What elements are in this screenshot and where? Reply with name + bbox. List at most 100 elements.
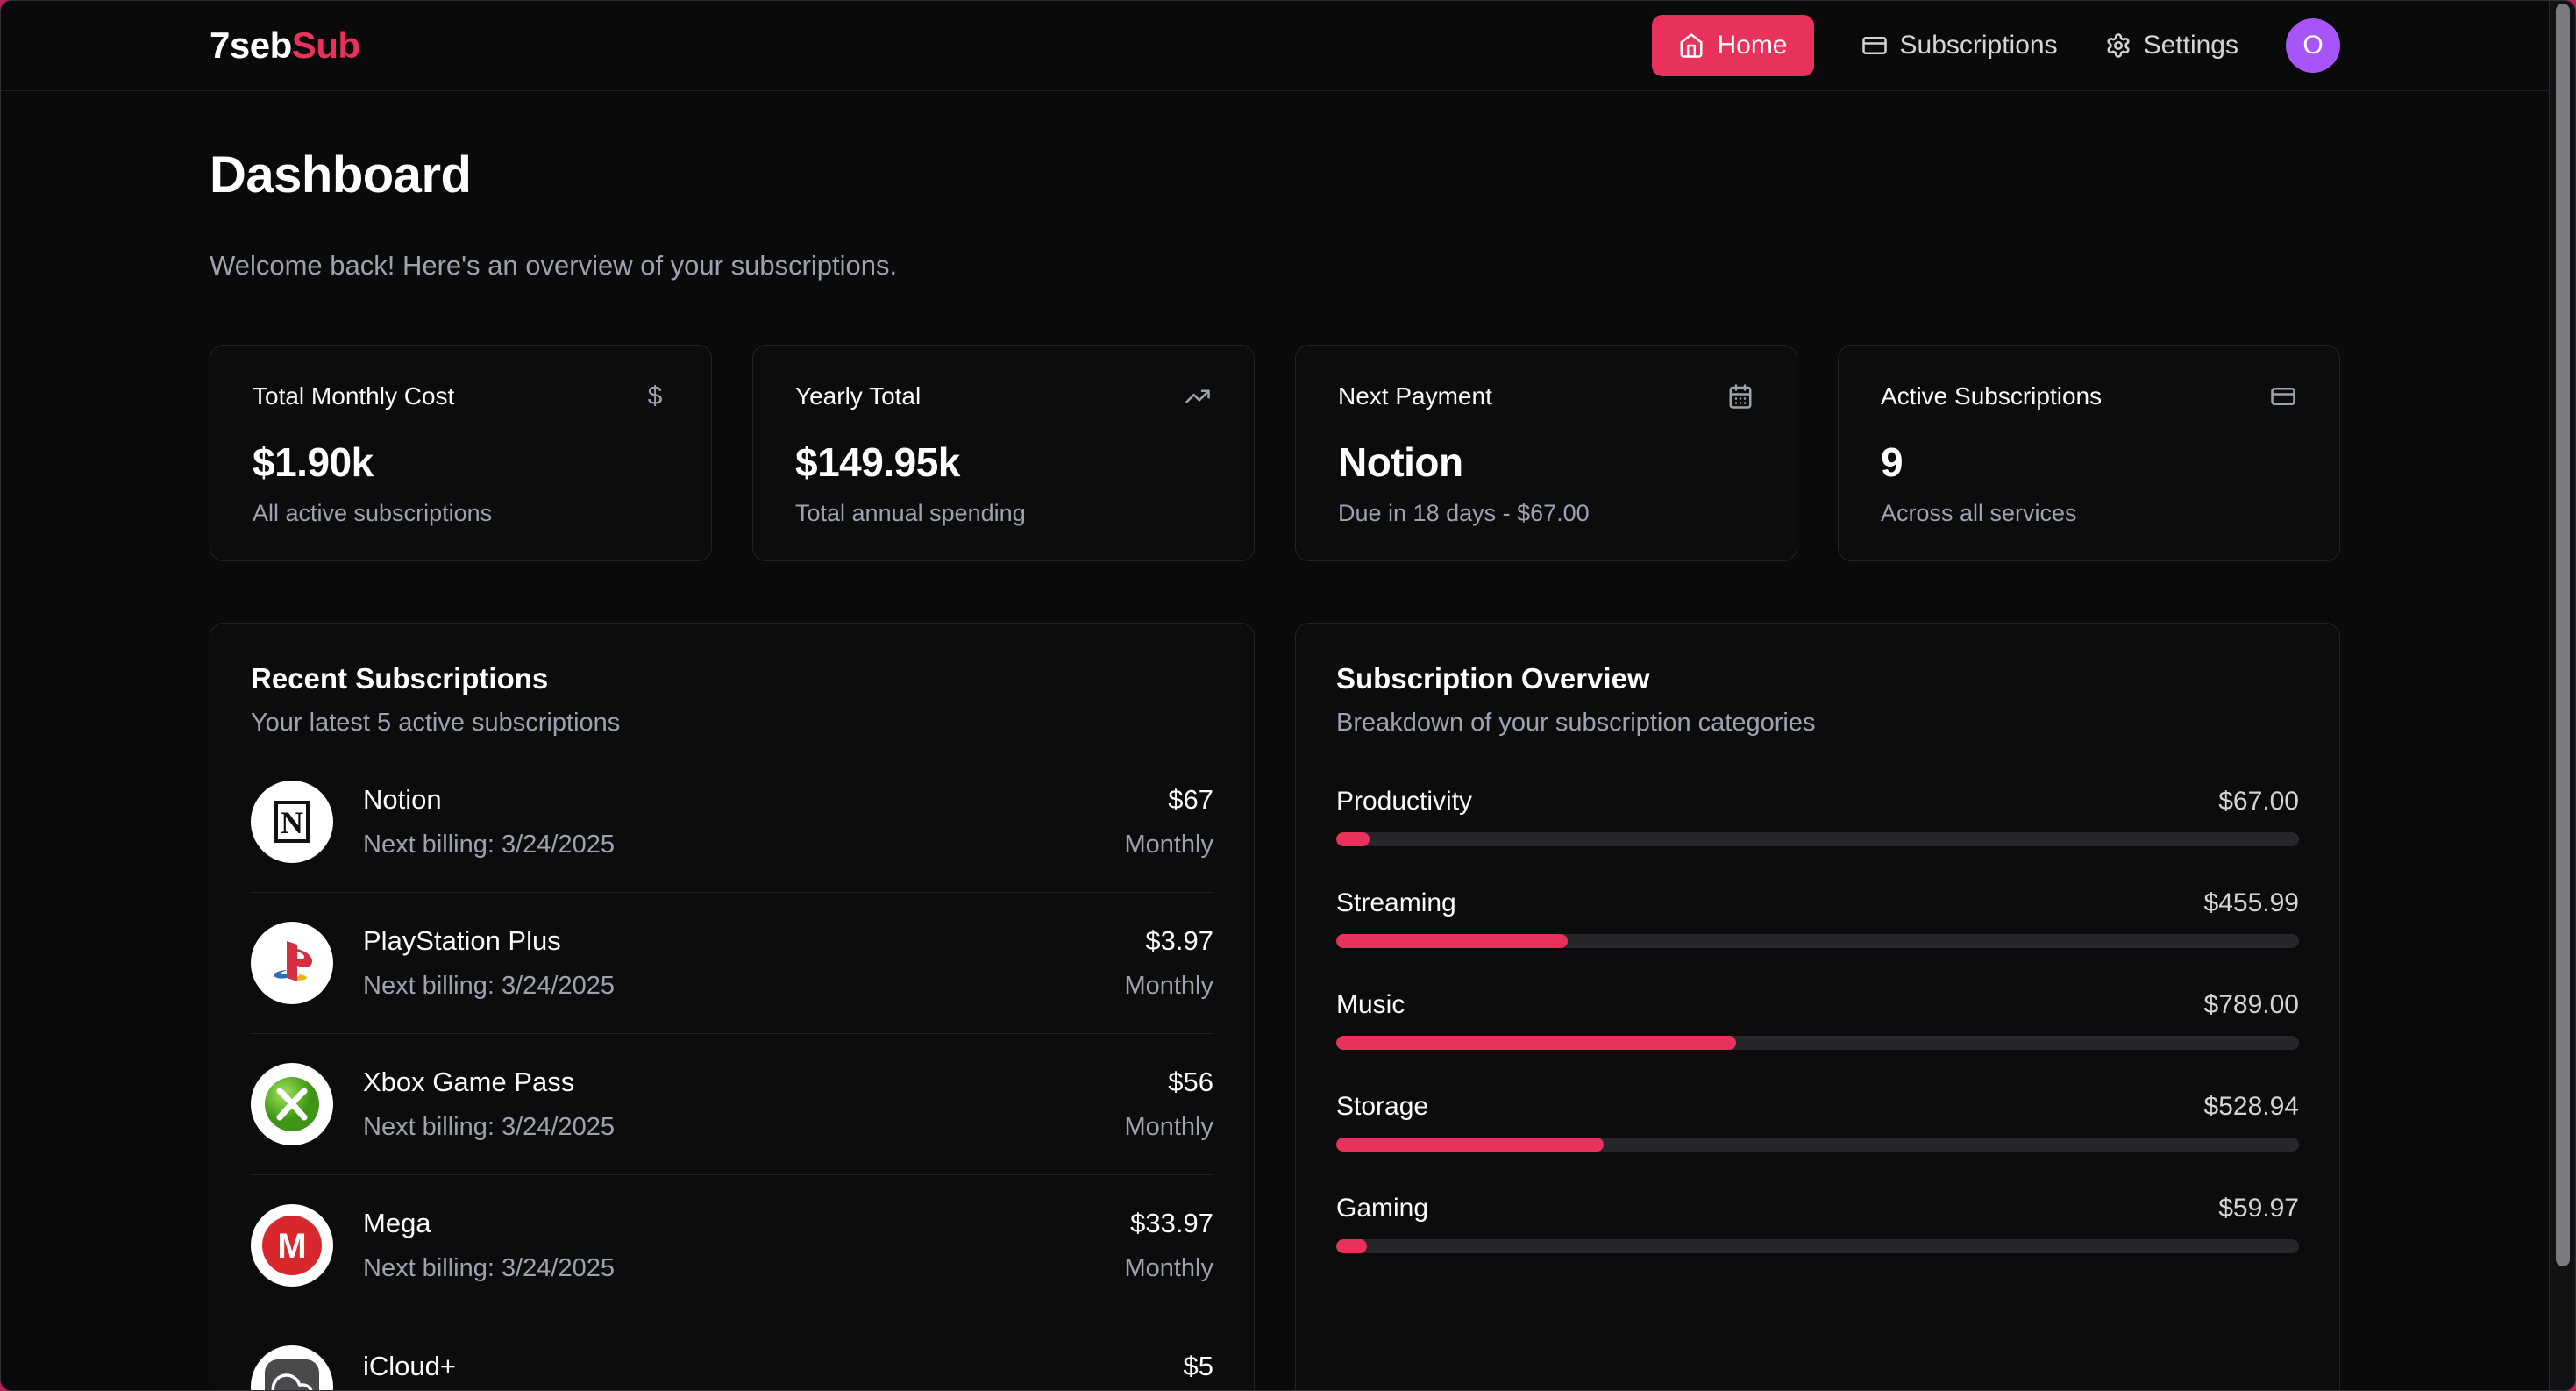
stat-card-monthly-cost: Total Monthly Cost $ $1.90k All active s… [210,345,712,561]
subscription-price: $5 [1184,1351,1213,1382]
subscription-cycle: Monthly [1124,831,1213,860]
progress-fill [1336,832,1370,846]
svg-text:N: N [281,805,303,840]
subscription-price: $3.97 [1124,925,1213,957]
top-nav: 7sebSub Home Subscriptions Settings [1,1,2575,91]
stat-card-yearly-total: Yearly Total $149.95k Total annual spend… [752,345,1255,561]
notion-logo-icon: N [251,781,333,863]
category-list: Productivity $67.00 Streaming $455.99 [1336,787,2299,1253]
subscription-name: Xbox Game Pass [363,1066,1094,1098]
subscription-row-notion[interactable]: N Notion Next billing: 3/24/2025 $67 Mon… [251,752,1213,892]
brand-prefix: 7seb [210,25,292,66]
dollar-icon: $ [641,382,669,410]
subscription-price: $33.97 [1124,1208,1213,1239]
category-amount: $528.94 [2204,1092,2299,1122]
subscription-row-xbox[interactable]: Xbox Game Pass Next billing: 3/24/2025 $… [251,1033,1213,1174]
progress-fill [1336,934,1568,948]
avatar-letter: O [2302,31,2323,61]
subscription-row-mega[interactable]: M Mega Next billing: 3/24/2025 $33.97 Mo… [251,1174,1213,1316]
nav-subscriptions-button[interactable]: Subscriptions [1861,31,2058,61]
nav-home-label: Home [1717,31,1787,61]
category-amount: $455.99 [2204,888,2299,918]
subscription-price: $67 [1124,784,1213,816]
category-row-gaming: Gaming $59.97 [1336,1194,2299,1253]
mega-logo-icon: M [251,1204,333,1287]
xbox-logo-icon [251,1063,333,1145]
subscription-name: PlayStation Plus [363,925,1094,957]
subscription-billing: Next billing: 3/24/2025 [363,972,1094,1001]
app-window: 7sebSub Home Subscriptions Settings [0,0,2576,1391]
home-icon [1678,32,1704,59]
stat-card-active-subscriptions: Active Subscriptions 9 Across all servic… [1838,345,2340,561]
category-amount: $67.00 [2218,787,2299,817]
bottom-panels: Recent Subscriptions Your latest 5 activ… [210,623,2340,1391]
stat-label: Total Monthly Cost [253,382,454,410]
scrollbar-track[interactable] [2549,1,2575,1390]
progress-track [1336,1239,2299,1253]
trending-up-icon [1184,382,1212,410]
nav-settings-button[interactable]: Settings [2105,31,2238,61]
category-label: Storage [1336,1092,1428,1122]
nav-home-button[interactable]: Home [1652,15,1813,76]
user-avatar[interactable]: O [2286,18,2340,73]
subscription-price: $56 [1124,1066,1213,1098]
recent-subscriptions-panel: Recent Subscriptions Your latest 5 activ… [210,623,1255,1391]
stat-caption: All active subscriptions [253,500,669,527]
stat-caption: Across all services [1881,500,2297,527]
svg-text:M: M [277,1227,306,1266]
subscription-cycle: Monthly [1124,972,1213,1001]
subscription-name: iCloud+ [363,1351,1154,1382]
progress-fill [1336,1036,1736,1050]
progress-track [1336,1138,2299,1152]
stat-caption: Due in 18 days - $67.00 [1338,500,1754,527]
nav-subscriptions-label: Subscriptions [1900,31,2058,61]
category-row-music: Music $789.00 [1336,990,2299,1050]
subscription-billing: Next billing: 3/24/2025 [363,1254,1094,1283]
scrollbar-thumb[interactable] [2556,4,2570,1266]
category-label: Gaming [1336,1194,1428,1223]
stat-value: Notion [1338,439,1754,486]
subscription-row-playstation[interactable]: PlayStation Plus Next billing: 3/24/2025… [251,892,1213,1033]
stat-caption: Total annual spending [795,500,1212,527]
category-row-storage: Storage $528.94 [1336,1092,2299,1152]
category-label: Productivity [1336,787,1472,817]
subscription-list: N Notion Next billing: 3/24/2025 $67 Mon… [251,752,1213,1391]
category-amount: $59.97 [2218,1194,2299,1223]
stat-card-next-payment: Next Payment Notion Due in 18 days - $67… [1295,345,1797,561]
stat-cards: Total Monthly Cost $ $1.90k All active s… [210,345,2340,561]
calendar-icon [1726,382,1754,410]
nav-items: Home Subscriptions Settings O [1652,15,2340,76]
subscription-name: Notion [363,784,1094,816]
overview-title: Subscription Overview [1336,662,2299,696]
page-subtitle: Welcome back! Here's an overview of your… [210,250,2340,282]
stat-value: $149.95k [795,439,1212,486]
subscription-billing: Next billing: 3/24/2025 [363,831,1094,860]
stat-value: 9 [1881,439,2297,486]
credit-card-icon [2269,382,2297,410]
page-title: Dashboard [210,146,2340,204]
category-label: Music [1336,990,1405,1020]
subscription-row-icloud[interactable]: iCloud+ $5 [251,1316,1213,1391]
category-row-productivity: Productivity $67.00 [1336,787,2299,846]
category-label: Streaming [1336,888,1456,918]
category-row-streaming: Streaming $455.99 [1336,888,2299,948]
progress-track [1336,934,2299,948]
subscription-cycle: Monthly [1124,1254,1213,1283]
progress-fill [1336,1239,1367,1253]
brand-logo[interactable]: 7sebSub [210,25,360,67]
subscription-name: Mega [363,1208,1094,1239]
dashboard-main: Dashboard Welcome back! Here's an overvi… [1,91,2575,1391]
subscription-billing: Next billing: 3/24/2025 [363,1113,1094,1142]
stat-label: Active Subscriptions [1881,382,2102,410]
stat-label: Next Payment [1338,382,1492,410]
progress-track [1336,1036,2299,1050]
progress-track [1336,832,2299,846]
subscription-cycle: Monthly [1124,1113,1213,1142]
subscription-overview-panel: Subscription Overview Breakdown of your … [1295,623,2340,1391]
progress-fill [1336,1138,1604,1152]
nav-settings-label: Settings [2144,31,2238,61]
recent-title: Recent Subscriptions [251,662,1213,696]
recent-subtitle: Your latest 5 active subscriptions [251,709,1213,738]
icloud-logo-icon [251,1345,333,1391]
gear-icon [2105,32,2131,59]
